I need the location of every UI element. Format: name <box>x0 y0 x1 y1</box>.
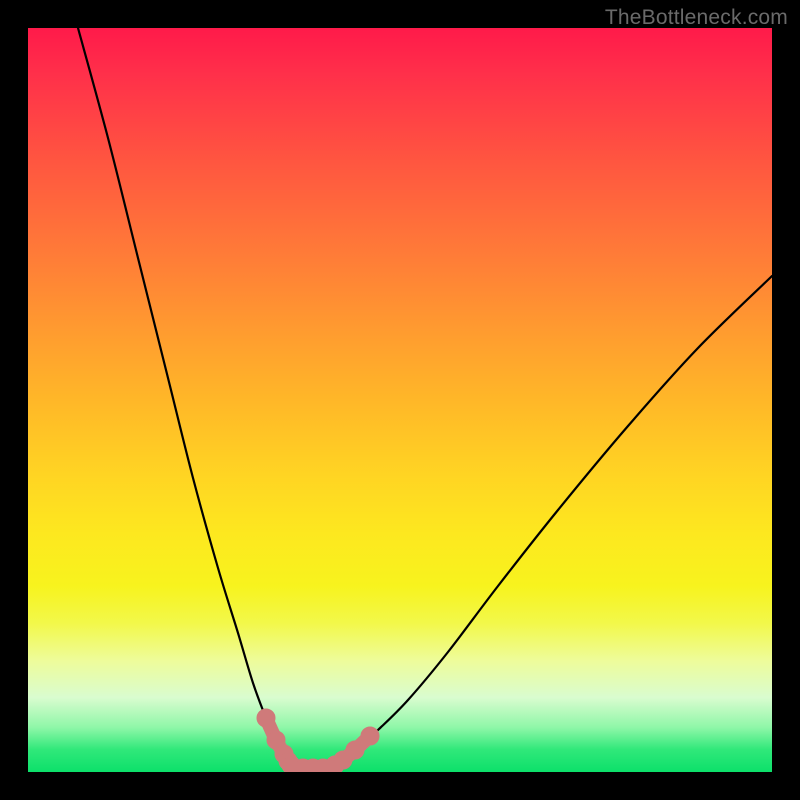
curve-layer <box>78 28 772 768</box>
tail-knob <box>257 709 275 727</box>
tail-knob <box>361 727 379 745</box>
tail-knob <box>346 741 364 759</box>
right-branch-curve <box>333 276 772 766</box>
outer-frame: TheBottleneck.com <box>0 0 800 800</box>
chart-svg <box>28 28 772 772</box>
left-branch-curve <box>78 28 293 766</box>
watermark-text: TheBottleneck.com <box>605 6 788 30</box>
plot-area <box>28 28 772 772</box>
tail-marker-layer <box>257 709 379 772</box>
